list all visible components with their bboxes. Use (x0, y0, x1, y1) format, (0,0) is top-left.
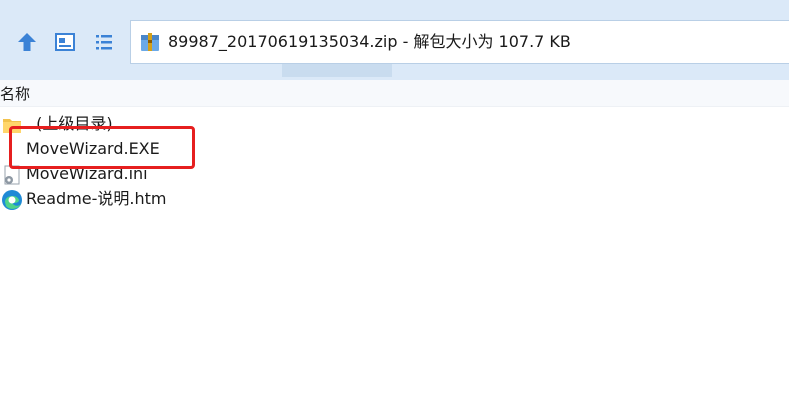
list-view-icon[interactable] (90, 28, 118, 56)
column-header-name[interactable]: 名称 (0, 80, 789, 107)
address-bar[interactable]: 89987_20170619135034.zip - 解包大小为 107.7 K… (130, 20, 789, 64)
list-item-label: Readme-说明.htm (26, 189, 167, 208)
edge-browser-icon (2, 190, 22, 210)
highlight-annotation-box (9, 126, 195, 169)
address-text: 89987_20170619135034.zip - 解包大小为 107.7 K… (168, 32, 571, 51)
list-item[interactable]: Readme-说明.htm (0, 187, 300, 211)
column-header-label: 名称 (0, 85, 31, 103)
view-pane-icon[interactable] (51, 28, 79, 56)
winrar-archive-icon (141, 33, 159, 51)
up-arrow-icon[interactable] (13, 28, 41, 56)
address-scroll-indicator (282, 64, 392, 77)
toolbar: 89987_20170619135034.zip - 解包大小为 107.7 K… (0, 0, 789, 80)
